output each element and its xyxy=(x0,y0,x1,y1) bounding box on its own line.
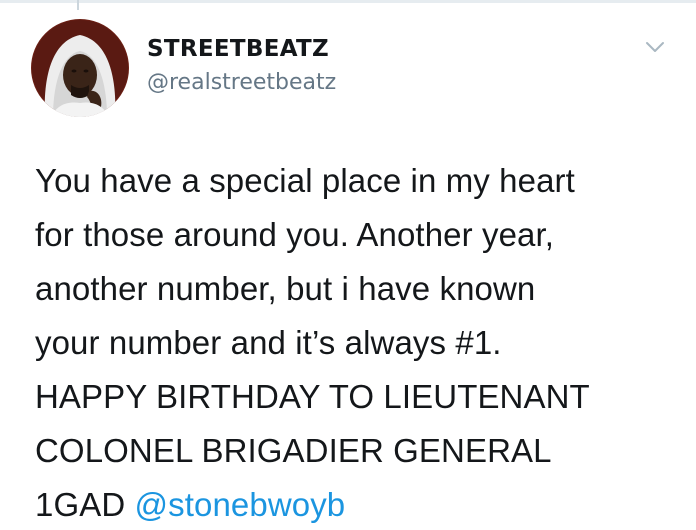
tweet-line-last: 1GAD @stonebwoyb xyxy=(35,478,675,530)
tweet-line: for those around you. Another year, xyxy=(35,216,555,253)
tweet-text: You have a special place in my heart for… xyxy=(35,154,675,530)
profile-photo xyxy=(31,19,129,117)
tweet-line: You have a special place in my heart xyxy=(35,162,575,199)
user-block: STREETBEATZ @realstreetbeatz xyxy=(147,36,336,96)
thread-connector xyxy=(77,0,79,10)
user-handle[interactable]: @realstreetbeatz xyxy=(147,70,336,96)
mention-link[interactable]: @stonebwoyb xyxy=(135,486,346,523)
top-divider xyxy=(0,0,696,3)
display-name[interactable]: STREETBEATZ xyxy=(147,36,336,62)
chevron-down-icon[interactable] xyxy=(645,40,665,54)
tweet-line: another number, but i have known xyxy=(35,270,536,307)
tweet-line: HAPPY BIRTHDAY TO LIEUTENANT xyxy=(35,378,590,415)
tweet-line: your number and it’s always #1. xyxy=(35,324,502,361)
tweet-line: COLONEL BRIGADIER GENERAL xyxy=(35,432,552,469)
avatar[interactable] xyxy=(31,19,129,117)
tweet-line-prefix: 1GAD xyxy=(35,486,135,523)
